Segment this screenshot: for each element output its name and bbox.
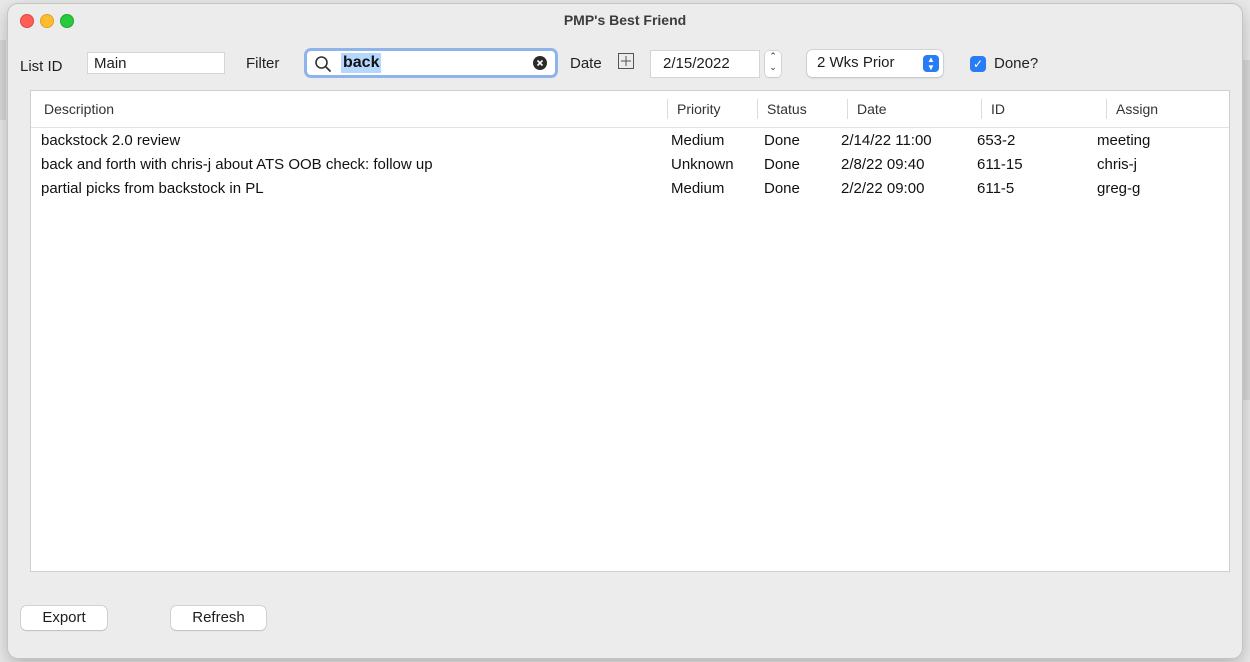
- cell-description: back and forth with chris-j about ATS OO…: [41, 156, 433, 173]
- date-range-value: 2 Wks Prior: [817, 54, 895, 71]
- chevron-down-icon[interactable]: ⌄: [765, 62, 781, 73]
- done-checkbox[interactable]: ✓: [970, 56, 986, 72]
- cell-priority: Medium: [671, 180, 725, 197]
- cell-priority: Unknown: [671, 156, 734, 173]
- cell-description: backstock 2.0 review: [41, 132, 181, 149]
- column-divider[interactable]: [1106, 99, 1107, 119]
- cell-priority: Medium: [671, 132, 725, 149]
- done-label[interactable]: Done?: [994, 55, 1038, 72]
- cell-description: partial picks from backstock in PL: [41, 180, 264, 197]
- refresh-button[interactable]: Refresh: [171, 606, 266, 630]
- filter-search-field[interactable]: back: [304, 48, 558, 78]
- clear-search-icon[interactable]: [533, 56, 547, 70]
- cell-id: 611-15: [977, 156, 1023, 173]
- cell-status: Done: [764, 180, 800, 197]
- date-range-popup[interactable]: 2 Wks Prior ▲ ▼: [807, 50, 943, 77]
- column-divider[interactable]: [981, 99, 982, 119]
- list-id-label: List ID: [20, 58, 63, 75]
- column-header-description[interactable]: Description: [44, 101, 114, 117]
- list-id-field[interactable]: Main: [87, 52, 225, 74]
- table-row[interactable]: back and forth with chris-j about ATS OO…: [31, 156, 1229, 180]
- column-header-status[interactable]: Status: [767, 101, 807, 117]
- column-header-id[interactable]: ID: [991, 101, 1005, 117]
- column-header-assign[interactable]: Assign: [1116, 101, 1158, 117]
- cell-assign: meeting: [1097, 132, 1151, 149]
- date-label: Date: [570, 55, 602, 72]
- column-header-date[interactable]: Date: [857, 101, 887, 117]
- title-bar[interactable]: PMP's Best Friend: [8, 4, 1242, 36]
- table-row[interactable]: backstock 2.0 review Medium Done 2/14/22…: [31, 132, 1229, 156]
- cell-id: 611-5: [977, 180, 1015, 197]
- filter-label: Filter: [246, 55, 280, 72]
- cell-status: Done: [764, 132, 800, 149]
- main-window: PMP's Best Friend List ID Main Filter ba…: [8, 4, 1242, 658]
- window-title: PMP's Best Friend: [563, 12, 687, 28]
- chevron-updown-icon: ▲ ▼: [923, 55, 939, 72]
- cell-assign: chris-j: [1097, 156, 1137, 173]
- search-icon: [314, 55, 332, 76]
- table-header: Description Priority Status Date ID Assi…: [31, 91, 1229, 128]
- cell-date: 2/8/22 09:40: [841, 156, 925, 173]
- column-divider[interactable]: [847, 99, 848, 119]
- column-header-priority[interactable]: Priority: [677, 101, 721, 117]
- cell-date: 2/14/22 11:00: [841, 132, 932, 149]
- cell-assign: greg-g: [1097, 180, 1141, 197]
- table-row[interactable]: partial picks from backstock in PL Mediu…: [31, 180, 1229, 204]
- cell-id: 653-2: [977, 132, 1016, 149]
- export-button[interactable]: Export: [21, 606, 107, 630]
- date-stepper[interactable]: ⌃ ⌄: [765, 51, 781, 77]
- filter-search-value: back: [341, 53, 382, 73]
- column-divider[interactable]: [757, 99, 758, 119]
- date-expand-icon[interactable]: [618, 53, 634, 69]
- chevron-up-icon[interactable]: ⌃: [765, 51, 781, 62]
- background-window-edge: [0, 40, 6, 120]
- results-table: Description Priority Status Date ID Assi…: [30, 90, 1230, 572]
- background-window-edge: [1242, 60, 1250, 400]
- column-divider[interactable]: [667, 99, 668, 119]
- cell-date: 2/2/22 09:00: [841, 180, 925, 197]
- cell-status: Done: [764, 156, 800, 173]
- date-field[interactable]: 2/15/2022: [650, 50, 760, 78]
